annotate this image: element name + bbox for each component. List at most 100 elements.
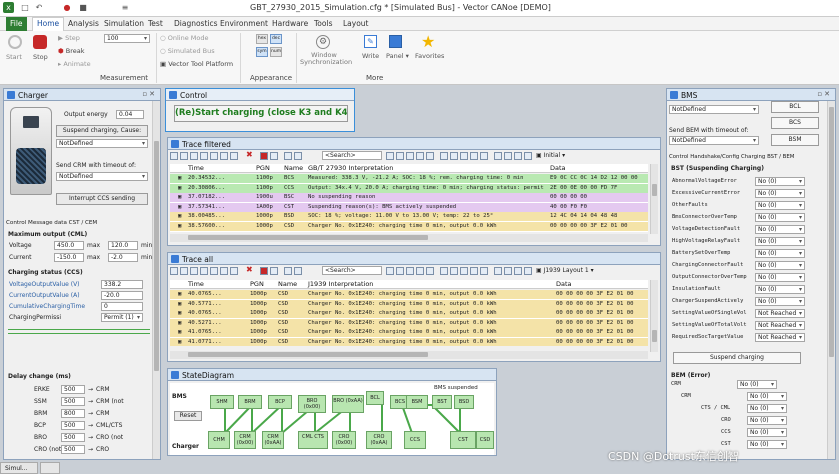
toolbar-icon[interactable] xyxy=(294,152,302,160)
toolbar-icon[interactable] xyxy=(200,267,208,275)
toolbar-icon[interactable] xyxy=(210,267,218,275)
bst-signal-dropdown[interactable]: Not Reached xyxy=(755,309,805,318)
row-expand-icon[interactable]: ▣ xyxy=(178,338,181,347)
toolbar-icon[interactable] xyxy=(170,152,178,160)
toolbar-icon[interactable] xyxy=(470,152,478,160)
voltage-max-field[interactable]: 120.0 xyxy=(108,241,138,250)
menu-home[interactable]: Home xyxy=(32,17,65,31)
delay-value[interactable]: 500 xyxy=(61,445,85,454)
toolbar-icon[interactable] xyxy=(386,152,394,160)
toolbar-icon[interactable] xyxy=(396,267,404,275)
row-expand-icon[interactable]: ▣ xyxy=(178,222,181,231)
menu-layout[interactable]: Layout xyxy=(343,19,369,28)
toolbar-icon[interactable] xyxy=(504,152,512,160)
start-icon[interactable] xyxy=(8,35,22,49)
bem-signal-dropdown[interactable]: No (0) xyxy=(747,392,787,401)
speed-dropdown[interactable]: 100 xyxy=(104,34,150,43)
break-button[interactable]: ⬢ Break xyxy=(58,47,85,55)
delay-value[interactable]: 500 xyxy=(61,421,85,430)
table-row[interactable]: ▣ 41.0765... 1D00p CSD Charger No. 0x1E240: … xyxy=(170,328,648,337)
toolbar-icon[interactable] xyxy=(460,152,468,160)
toolbar-icon[interactable] xyxy=(386,267,394,275)
stop-small-icon[interactable]: ■ xyxy=(78,3,88,13)
menu-analysis[interactable]: Analysis xyxy=(68,19,99,28)
animate-button[interactable]: ▸ Animate xyxy=(58,60,91,68)
toolbar-icon[interactable] xyxy=(514,267,522,275)
row-expand-icon[interactable]: ▣ xyxy=(178,290,181,299)
crm-timeout-dropdown[interactable]: NotDefined xyxy=(56,172,148,181)
bem-timeout-dropdown[interactable]: NotDefined xyxy=(669,136,759,145)
toolbar-icon[interactable] xyxy=(284,267,292,275)
row-expand-icon[interactable]: ▣ xyxy=(178,174,181,183)
toolbar-icon[interactable] xyxy=(170,267,178,275)
toolbar-icon[interactable] xyxy=(220,267,228,275)
stop-button[interactable]: Stop xyxy=(33,53,48,61)
bst-signal-dropdown[interactable]: No (0) xyxy=(755,213,805,222)
bst-signal-dropdown[interactable]: No (0) xyxy=(755,177,805,186)
bst-signal-dropdown[interactable]: No (0) xyxy=(755,225,805,234)
save-icon[interactable]: □ xyxy=(20,3,30,13)
toolbar-icon[interactable] xyxy=(270,267,278,275)
toolbar-icon[interactable] xyxy=(200,152,208,160)
col-data[interactable]: Data xyxy=(550,164,566,172)
more-quick-icon[interactable]: ≡ xyxy=(120,3,130,13)
delay-value[interactable]: 500 xyxy=(61,385,85,394)
write-icon[interactable]: ✎ xyxy=(364,35,377,48)
charger-tabs[interactable]: Control Message data CST / CEM xyxy=(6,220,97,226)
toolbar-icon[interactable] xyxy=(190,152,198,160)
menu-hardware[interactable]: Hardware xyxy=(272,19,308,28)
col-name[interactable]: Name xyxy=(284,164,303,172)
table-row[interactable]: ▣ 37.57341... 1A00p CST Suspending reason(s)… xyxy=(170,202,648,212)
bem-signal-dropdown[interactable]: No (0) xyxy=(747,440,787,449)
restart-charging-button[interactable]: (Re)Start charging (close K3 and K4) xyxy=(174,105,348,122)
row-expand-icon[interactable]: ▣ xyxy=(178,193,181,202)
toolbar-icon[interactable] xyxy=(406,152,414,160)
delay-value[interactable]: 800 xyxy=(61,409,85,418)
toolbar-icon[interactable] xyxy=(396,152,404,160)
record-icon[interactable]: ● xyxy=(62,3,72,13)
table-row[interactable]: ▣ 40.0765... 1D00p CSD Charger No. 0x1E240: … xyxy=(170,290,648,299)
toolbar-icon[interactable] xyxy=(440,267,448,275)
toolbar-icon[interactable] xyxy=(294,267,302,275)
toolbar-icon[interactable] xyxy=(450,152,458,160)
toolbar-icon[interactable] xyxy=(460,267,468,275)
bst-signal-dropdown[interactable]: No (0) xyxy=(755,261,805,270)
col-pgn[interactable]: PGN xyxy=(256,164,270,172)
bst-signal-dropdown[interactable]: No (0) xyxy=(755,273,805,282)
interrupt-ccs-button[interactable]: Interrupt CCS sending xyxy=(56,193,148,205)
current-max-field[interactable]: -2.0 xyxy=(108,253,138,262)
toolbar-icon[interactable] xyxy=(494,152,502,160)
col-interpretation[interactable]: GB/T 27930 Interpretation xyxy=(308,164,393,172)
taskbar-item[interactable]: Simul... xyxy=(0,462,38,474)
bem-signal-dropdown[interactable]: No (0) xyxy=(737,380,777,389)
table-row[interactable]: ▣ 40.5771... 1D00p CSD Charger No. 0x1E240: … xyxy=(170,299,648,309)
trace-all-search[interactable]: <Search> xyxy=(322,266,382,275)
bst-signal-dropdown[interactable]: Not Reached xyxy=(755,333,805,342)
trace-filtered-scrollbar[interactable] xyxy=(650,164,658,234)
initial-dropdown[interactable]: ▣ Initial ▾ xyxy=(536,152,565,159)
toolbar-icon[interactable] xyxy=(440,152,448,160)
col-name[interactable]: Name xyxy=(278,280,297,288)
taskbar-item-2[interactable] xyxy=(40,462,60,474)
panel-button[interactable]: Panel ▾ xyxy=(386,52,409,60)
menu-environment[interactable]: Environment xyxy=(220,19,268,28)
bst-signal-dropdown[interactable]: Not Reached xyxy=(755,321,805,330)
trace-filtered-hscroll[interactable] xyxy=(170,234,648,242)
bst-signal-dropdown[interactable]: No (0) xyxy=(755,201,805,210)
toolbar-icon[interactable] xyxy=(284,152,292,160)
trace-filtered-search[interactable]: <Search> xyxy=(322,151,382,160)
window-sync-icon[interactable]: ⚙ xyxy=(316,35,330,49)
toolbar-icon[interactable] xyxy=(426,152,434,160)
bem-signal-dropdown[interactable]: No (0) xyxy=(747,416,787,425)
bms-cause-dropdown[interactable]: NotDefined xyxy=(669,105,759,114)
write-button[interactable]: Write xyxy=(362,52,379,60)
toolbar-icon[interactable] xyxy=(270,152,278,160)
menu-file[interactable]: File xyxy=(6,17,27,31)
toolbar-icon[interactable] xyxy=(220,152,228,160)
row-expand-icon[interactable]: ▣ xyxy=(178,203,181,212)
toolbar-icon[interactable] xyxy=(230,152,238,160)
num-icon[interactable]: num xyxy=(270,47,282,57)
bst-signal-dropdown[interactable]: No (0) xyxy=(755,285,805,294)
bcs-button[interactable]: BCS xyxy=(771,117,819,129)
toolbar-icon[interactable] xyxy=(514,152,522,160)
